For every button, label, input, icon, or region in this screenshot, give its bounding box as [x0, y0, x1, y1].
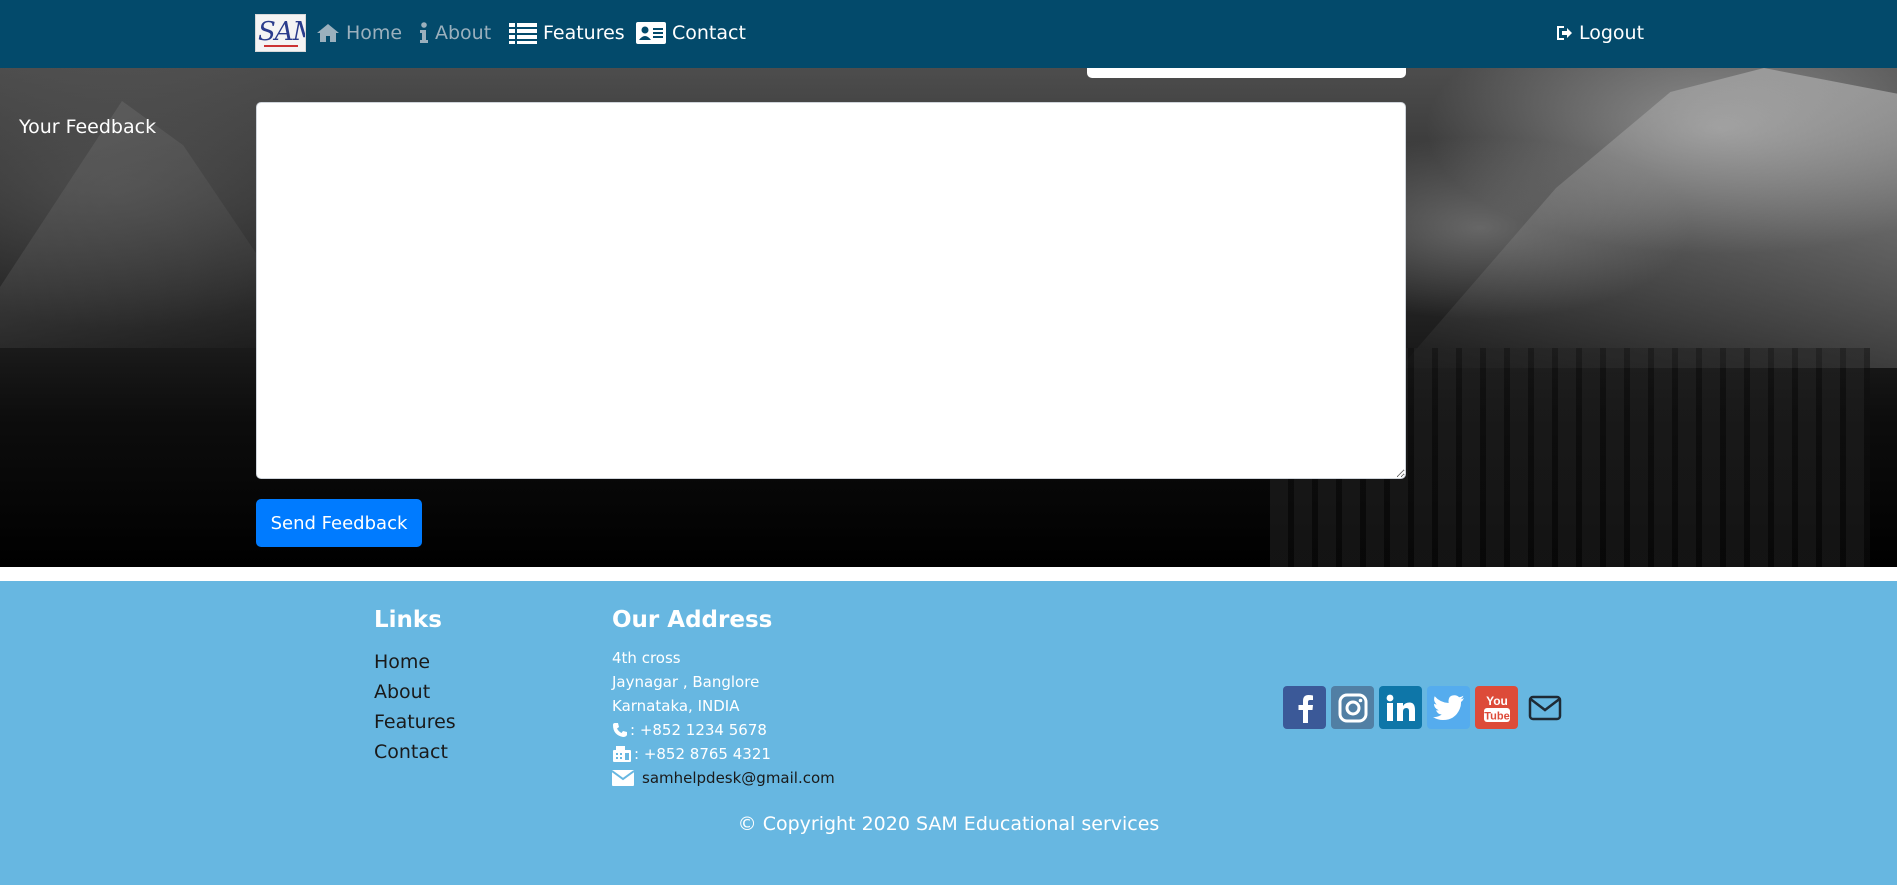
nav-contact-label: Contact — [672, 22, 746, 44]
copyright-text: © Copyright 2020 SAM Educational service… — [737, 813, 1160, 835]
svg-text:Tube: Tube — [1484, 710, 1509, 722]
twitter-icon[interactable] — [1427, 686, 1470, 729]
address-line: Jaynagar , Banglore — [612, 673, 760, 691]
footer-link-features[interactable]: Features — [374, 711, 456, 733]
nav-about-link[interactable]: About — [419, 19, 491, 47]
footer: Links Home About Features Contact Our Ad… — [0, 581, 1897, 885]
previous-input-field[interactable] — [1087, 68, 1406, 78]
phone-icon — [613, 723, 627, 737]
fax-text: : +852 8765 4321 — [634, 745, 771, 763]
send-feedback-button[interactable]: Send Feedback — [256, 499, 422, 547]
phone-text: : +852 1234 5678 — [630, 721, 767, 739]
footer-link-contact[interactable]: Contact — [374, 741, 448, 763]
brand-logo[interactable]: SAM — [255, 14, 306, 52]
background-mountain-right — [1400, 68, 1897, 368]
email-line: samhelpdesk@gmail.com — [612, 769, 835, 787]
feedback-textarea[interactable] — [256, 102, 1406, 479]
address-line: Karnataka, INDIA — [612, 697, 740, 715]
mail-icon[interactable] — [1523, 686, 1566, 729]
footer-links-title: Links — [374, 607, 442, 633]
home-icon — [317, 24, 339, 42]
facebook-icon[interactable] — [1283, 686, 1326, 729]
logout-icon — [1557, 26, 1572, 40]
feedback-label: Your Feedback — [19, 116, 157, 138]
logout-link[interactable]: Logout — [1555, 19, 1644, 47]
nav-features-link[interactable]: Features — [509, 19, 625, 47]
envelope-icon — [612, 770, 634, 786]
nav-about-label: About — [435, 22, 492, 44]
info-icon — [420, 22, 428, 43]
phone-line: : +852 1234 5678 — [612, 721, 767, 739]
fax-icon — [613, 746, 631, 762]
logo-stripe — [264, 45, 298, 47]
instagram-icon[interactable] — [1331, 686, 1374, 729]
footer-address-title: Our Address — [612, 607, 773, 633]
nav-features-label: Features — [543, 22, 625, 44]
nav-home-label: Home — [346, 22, 403, 44]
fax-line: : +852 8765 4321 — [612, 745, 771, 763]
svg-text:You: You — [1486, 694, 1508, 708]
top-navbar: SAM Home About Features — [0, 0, 1897, 68]
linkedin-icon[interactable] — [1379, 686, 1422, 729]
address-line: 4th cross — [612, 649, 681, 667]
youtube-icon[interactable]: You Tube — [1475, 686, 1518, 729]
footer-link-about[interactable]: About — [374, 681, 430, 703]
logo-text: SAM — [258, 17, 305, 47]
footer-link-home[interactable]: Home — [374, 651, 430, 673]
nav-contact-link[interactable]: Contact — [636, 19, 746, 47]
logout-label: Logout — [1579, 22, 1645, 44]
feedback-section: Your Feedback Send Feedback — [0, 68, 1897, 567]
nav-home-link[interactable]: Home — [316, 19, 402, 47]
email-text[interactable]: samhelpdesk@gmail.com — [642, 769, 835, 787]
contact-card-icon — [636, 22, 666, 44]
list-icon — [509, 23, 537, 44]
